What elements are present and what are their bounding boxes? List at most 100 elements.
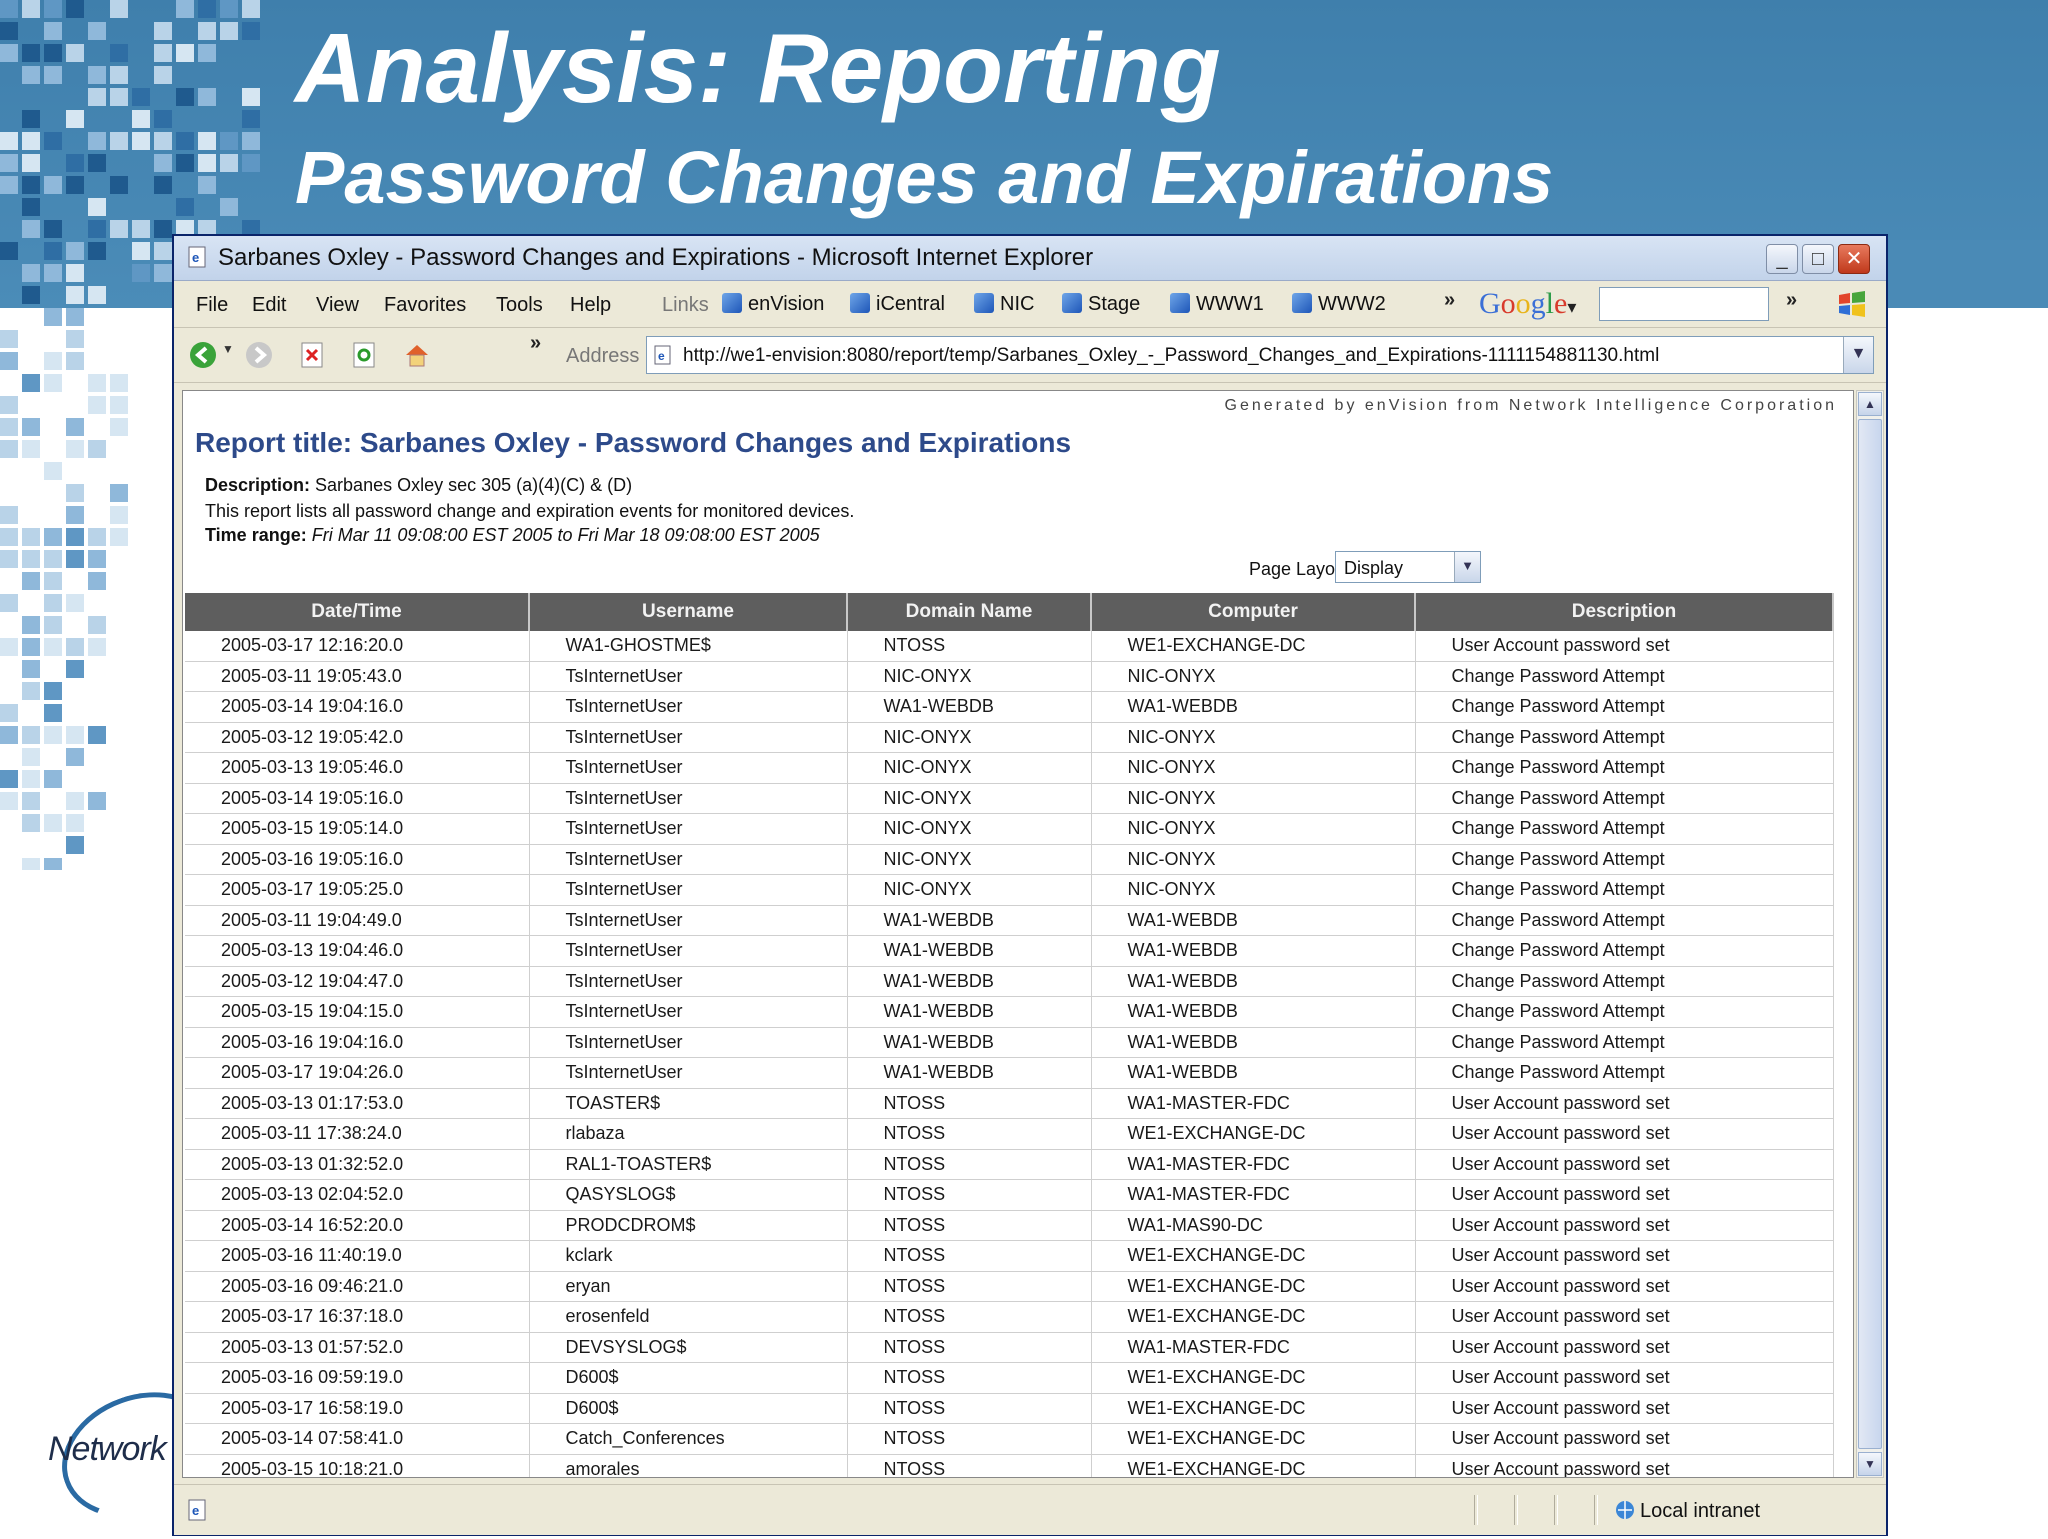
- cell-description: User Account password set: [1415, 1271, 1834, 1302]
- google-more-chevron-icon[interactable]: »: [1786, 289, 1797, 312]
- cell-username: PRODCDROM$: [529, 1210, 848, 1241]
- table-row[interactable]: 2005-03-12 19:05:42.0 TsInternetUser NIC-O…: [185, 722, 1834, 753]
- table-row[interactable]: 2005-03-17 16:58:19.0 D600$ NTOSS WE1-EXCHA…: [185, 1393, 1834, 1424]
- cell-datetime: 2005-03-11 19:05:43.0: [185, 661, 530, 692]
- mosaic-tile: [22, 748, 40, 766]
- link-www1[interactable]: WWW1: [1170, 293, 1264, 316]
- back-icon[interactable]: [188, 340, 218, 370]
- page-status-icon: e: [188, 1499, 206, 1521]
- table-row[interactable]: 2005-03-13 01:17:53.0 TOASTER$ NTOSS WA1-MA…: [185, 1088, 1834, 1119]
- forward-icon[interactable]: [244, 340, 274, 370]
- vertical-scrollbar[interactable]: ▲ ▼: [1856, 390, 1884, 1478]
- mosaic-tile: [22, 792, 40, 810]
- table-row[interactable]: 2005-03-16 09:59:19.0 D600$ NTOSS WE1-EXCHA…: [185, 1362, 1834, 1394]
- menu-file[interactable]: File: [196, 294, 228, 317]
- cell-computer: WA1-WEBDB: [1091, 1027, 1416, 1058]
- google-letter: o: [1515, 287, 1531, 320]
- table-row[interactable]: 2005-03-11 19:05:43.0 TsInternetUser NIC-O…: [185, 661, 1834, 692]
- column-header-computer[interactable]: Computer: [1091, 593, 1416, 631]
- toolbar-more-chevron-icon[interactable]: »: [530, 332, 541, 355]
- maximize-button[interactable]: □: [1802, 244, 1834, 274]
- menu-tools[interactable]: Tools: [496, 294, 543, 317]
- chevron-down-icon[interactable]: ▼: [1454, 552, 1480, 582]
- table-row[interactable]: 2005-03-17 16:37:18.0 erosenfeld NTOSS WE1-…: [185, 1301, 1834, 1333]
- table-row[interactable]: 2005-03-16 09:46:21.0 eryan NTOSS WE1-EXCHA…: [185, 1271, 1834, 1302]
- table-row[interactable]: 2005-03-14 19:04:16.0 TsInternetUser WA1-W…: [185, 691, 1834, 723]
- cell-domain: NTOSS: [847, 1210, 1092, 1241]
- table-row[interactable]: 2005-03-13 01:32:52.0 RAL1-TOASTER$ NTOSS W…: [185, 1149, 1834, 1180]
- link-stage[interactable]: Stage: [1062, 293, 1140, 316]
- cell-description: Change Password Attempt: [1415, 813, 1834, 845]
- table-row[interactable]: 2005-03-15 19:05:14.0 TsInternetUser NIC-O…: [185, 813, 1834, 845]
- table-row[interactable]: 2005-03-17 19:05:25.0 TsInternetUser NIC-O…: [185, 874, 1834, 906]
- table-row[interactable]: 2005-03-15 10:18:21.0 amorales NTOSS WE1-EX…: [185, 1454, 1834, 1477]
- table-row[interactable]: 2005-03-16 11:40:19.0 kclark NTOSS WE1-EXCH…: [185, 1240, 1834, 1272]
- table-row[interactable]: 2005-03-11 19:04:49.0 TsInternetUser WA1-W…: [185, 905, 1834, 936]
- mosaic-tile: [44, 242, 62, 260]
- mosaic-tile: [88, 242, 106, 260]
- cell-domain: NTOSS: [847, 1118, 1092, 1150]
- close-button[interactable]: ✕: [1838, 244, 1870, 274]
- table-row[interactable]: 2005-03-12 19:04:47.0 TsInternetUser WA1-W…: [185, 966, 1834, 997]
- table-row[interactable]: 2005-03-14 19:05:16.0 TsInternetUser NIC-O…: [185, 783, 1834, 814]
- mosaic-tile: [66, 242, 84, 260]
- window-titlebar[interactable]: e Sarbanes Oxley - Password Changes and …: [174, 236, 1886, 281]
- cell-description: User Account password set: [1415, 1149, 1834, 1180]
- table-row[interactable]: 2005-03-13 19:05:46.0 TsInternetUser NIC-O…: [185, 752, 1834, 784]
- mosaic-tile: [44, 22, 62, 40]
- minimize-button[interactable]: _: [1766, 244, 1798, 274]
- refresh-icon[interactable]: [350, 340, 380, 370]
- google-letter: g: [1530, 287, 1546, 320]
- mosaic-tile: [44, 594, 62, 612]
- mosaic-tile: [0, 418, 18, 436]
- table-row[interactable]: 2005-03-13 02:04:52.0 QASYSLOG$ NTOSS WA1-M…: [185, 1179, 1834, 1211]
- menu-view[interactable]: View: [316, 294, 359, 317]
- page-layout-select[interactable]: Display ▼: [1335, 551, 1481, 583]
- stop-icon[interactable]: [298, 340, 328, 370]
- cell-description: Change Password Attempt: [1415, 935, 1834, 967]
- mosaic-tile: [110, 418, 128, 436]
- mosaic-tile: [22, 858, 40, 870]
- mosaic-tile: [22, 660, 40, 678]
- links-more-chevron-icon[interactable]: »: [1444, 289, 1455, 312]
- cell-description: Change Password Attempt: [1415, 1057, 1834, 1089]
- scrollbar-thumb[interactable]: [1858, 419, 1882, 1449]
- link-icentral[interactable]: iCentral: [850, 293, 945, 316]
- table-row[interactable]: 2005-03-13 01:57:52.0 DEVSYSLOG$ NTOSS WA1-…: [185, 1332, 1834, 1363]
- address-bar-input[interactable]: e http://we1-envision:8080/report/temp/S…: [646, 336, 1874, 374]
- menu-edit[interactable]: Edit: [252, 294, 286, 317]
- menu-favorites[interactable]: Favorites: [384, 294, 466, 317]
- table-row[interactable]: 2005-03-11 17:38:24.0 rlabaza NTOSS WE1-EXC…: [185, 1118, 1834, 1150]
- home-icon[interactable]: [402, 340, 432, 370]
- link-envision[interactable]: enVision: [722, 293, 824, 316]
- google-search-input[interactable]: [1599, 287, 1769, 321]
- mosaic-tile: [110, 88, 128, 106]
- table-row[interactable]: 2005-03-17 12:16:20.0 WA1-GHOSTME$ NTOSS WE…: [185, 631, 1834, 662]
- column-header-description[interactable]: Description: [1415, 593, 1834, 631]
- table-row[interactable]: 2005-03-14 16:52:20.0 PRODCDROM$ NTOSS WA1-…: [185, 1210, 1834, 1241]
- back-dropdown-icon[interactable]: ▼: [222, 342, 234, 356]
- cell-datetime: 2005-03-13 01:17:53.0: [185, 1088, 530, 1119]
- google-toolbar-logo[interactable]: Google▾: [1479, 287, 1576, 321]
- table-row[interactable]: 2005-03-16 19:04:16.0 TsInternetUser WA1-W…: [185, 1027, 1834, 1058]
- table-row[interactable]: 2005-03-17 19:04:26.0 TsInternetUser WA1-W…: [185, 1057, 1834, 1089]
- column-header-domain[interactable]: Domain Name: [847, 593, 1092, 631]
- table-row[interactable]: 2005-03-15 19:04:15.0 TsInternetUser WA1-W…: [185, 996, 1834, 1028]
- table-row[interactable]: 2005-03-14 07:58:41.0 Catch_Conferences NT…: [185, 1423, 1834, 1455]
- table-row[interactable]: 2005-03-13 19:04:46.0 TsInternetUser WA1-W…: [185, 935, 1834, 967]
- link-label: enVision: [748, 293, 825, 315]
- link-www2[interactable]: WWW2: [1292, 293, 1386, 316]
- cell-domain: WA1-WEBDB: [847, 691, 1092, 723]
- link-nic[interactable]: NIC: [974, 293, 1034, 316]
- column-header-datetime[interactable]: Date/Time: [185, 593, 530, 631]
- menu-help[interactable]: Help: [570, 294, 611, 317]
- scroll-up-icon[interactable]: ▲: [1858, 392, 1882, 416]
- address-dropdown-icon[interactable]: ▼: [1843, 337, 1873, 373]
- scroll-down-icon[interactable]: ▼: [1858, 1452, 1882, 1476]
- table-row[interactable]: 2005-03-16 19:05:16.0 TsInternetUser NIC-O…: [185, 844, 1834, 875]
- cell-computer: NIC-ONYX: [1091, 661, 1416, 692]
- cell-domain: NTOSS: [847, 1240, 1092, 1272]
- cell-computer: WA1-WEBDB: [1091, 935, 1416, 967]
- column-header-username[interactable]: Username: [529, 593, 848, 631]
- mosaic-tile: [22, 418, 40, 436]
